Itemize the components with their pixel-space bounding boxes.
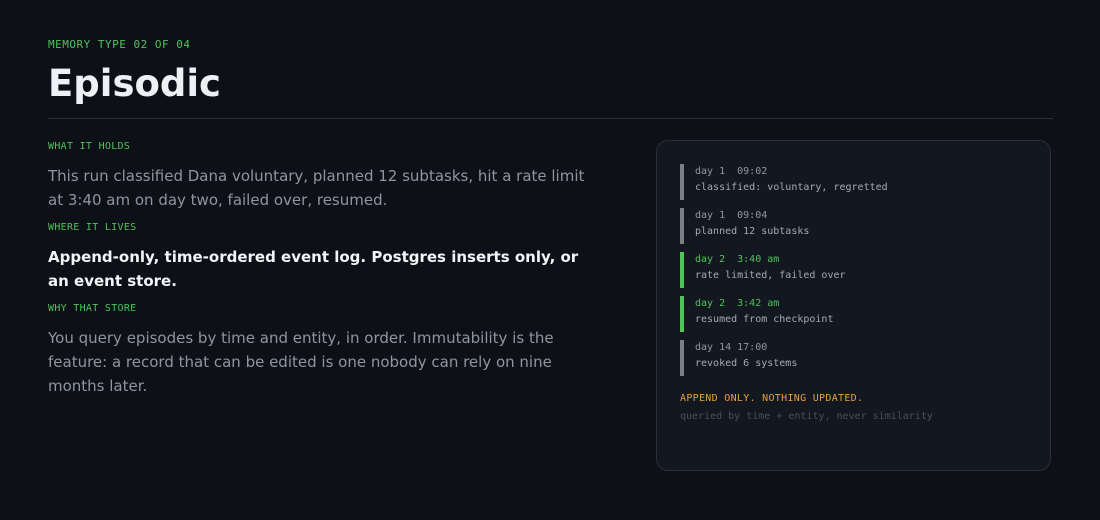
event-list: day 1 09:02 classified: voluntary, regre… bbox=[680, 164, 1030, 384]
title-divider bbox=[48, 118, 1053, 119]
event-description: rate limited, failed over bbox=[695, 270, 846, 281]
event-description: planned 12 subtasks bbox=[695, 226, 810, 237]
event-entry-highlighted: day 2 3:40 am rate limited, failed over bbox=[680, 252, 1030, 288]
event-log-panel: day 1 09:02 classified: voluntary, regre… bbox=[656, 140, 1051, 471]
section-label-where-it-lives: WHERE IT LIVES bbox=[48, 222, 137, 233]
section-label-what-it-holds: WHAT IT HOLDS bbox=[48, 141, 131, 152]
event-timestamp: day 1 09:04 bbox=[695, 210, 768, 221]
section-text-where-it-lives: Append-only, time-ordered event log. Pos… bbox=[48, 248, 579, 290]
section-label-why-that-store: WHY THAT STORE bbox=[48, 303, 137, 314]
event-entry-highlighted: day 2 3:42 am resumed from checkpoint bbox=[680, 296, 1030, 332]
event-description: resumed from checkpoint bbox=[695, 314, 834, 325]
event-timestamp: day 2 3:42 am bbox=[695, 298, 780, 309]
event-description: classified: voluntary, regretted bbox=[695, 182, 888, 193]
section-text-why-that-store: You query episodes by time and entity, i… bbox=[48, 329, 554, 395]
page-title: Episodic bbox=[48, 62, 221, 105]
event-timestamp: day 14 17:00 bbox=[695, 342, 768, 353]
append-only-notice: APPEND ONLY. NOTHING UPDATED. bbox=[680, 393, 864, 404]
event-entry: day 14 17:00 revoked 6 systems bbox=[680, 340, 1030, 376]
event-description: revoked 6 systems bbox=[695, 358, 798, 369]
event-entry: day 1 09:02 classified: voluntary, regre… bbox=[680, 164, 1030, 200]
event-entry: day 1 09:04 planned 12 subtasks bbox=[680, 208, 1030, 244]
memory-type-counter: MEMORY TYPE 02 OF 04 bbox=[48, 38, 191, 51]
query-note: queried by time + entity, never similari… bbox=[680, 411, 933, 422]
section-text-what-it-holds: This run classified Dana voluntary, plan… bbox=[48, 167, 585, 209]
event-timestamp: day 1 09:02 bbox=[695, 166, 768, 177]
description-column: WHAT IT HOLDS This run classified Dana v… bbox=[48, 140, 598, 398]
event-timestamp: day 2 3:40 am bbox=[695, 254, 780, 265]
